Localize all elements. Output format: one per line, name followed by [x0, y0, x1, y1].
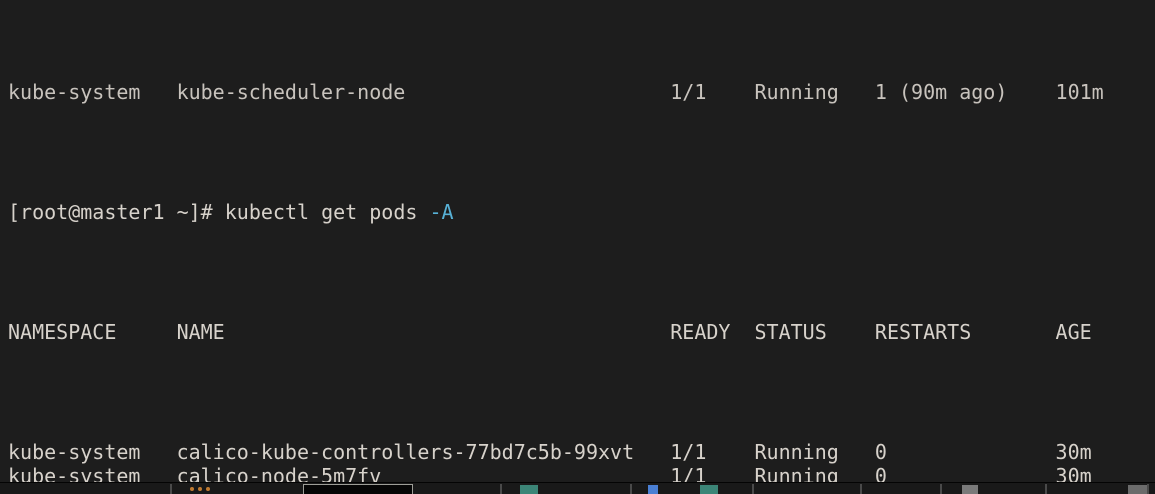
shell-prompt: [root@master1 ~]#: [8, 200, 225, 224]
taskbar-active-window[interactable]: [303, 484, 413, 494]
desktop-screen: kube-system kube-scheduler-node 1/1 Runn…: [0, 0, 1155, 494]
pod-restarts: 0: [875, 440, 1056, 464]
pod-name: kube-scheduler-node: [177, 80, 671, 104]
pods-table-body: kube-system calico-kube-controllers-77bd…: [8, 440, 1155, 483]
taskbar-divider: [500, 484, 502, 494]
header-namespace: NAMESPACE: [8, 320, 177, 344]
terminal-scrollback-partial-row: kube-system kube-scheduler-node 1/1 Runn…: [8, 80, 1155, 104]
taskbar-divider: [752, 484, 754, 494]
header-restarts: RESTARTS: [875, 320, 1056, 344]
pod-ready: 1/1: [670, 440, 754, 464]
taskbar-swatch[interactable]: [1128, 485, 1148, 494]
pod-ready: 1/1: [670, 80, 754, 104]
terminal-window[interactable]: kube-system kube-scheduler-node 1/1 Runn…: [0, 0, 1155, 483]
pod-status: Running: [755, 464, 875, 483]
taskbar-swatch[interactable]: [962, 485, 978, 494]
table-row: kube-system calico-node-5m7fv 1/1 Runnin…: [8, 464, 1155, 483]
pod-ready: 1/1: [670, 464, 754, 483]
header-status: STATUS: [755, 320, 875, 344]
pod-name: calico-node-5m7fv: [177, 464, 671, 483]
pod-restarts: 0: [875, 464, 1056, 483]
taskbar-dots[interactable]: [190, 485, 214, 494]
header-ready: READY: [670, 320, 754, 344]
taskbar[interactable]: [0, 482, 1155, 494]
pod-age: 30m: [1056, 440, 1155, 464]
table-row: kube-system calico-kube-controllers-77bd…: [8, 440, 1155, 464]
command-flag: -A: [429, 200, 453, 224]
taskbar-divider: [630, 484, 632, 494]
taskbar-divider: [860, 484, 862, 494]
taskbar-divider: [1147, 484, 1149, 494]
taskbar-swatch[interactable]: [700, 485, 718, 494]
pod-status: Running: [755, 440, 875, 464]
taskbar-divider: [940, 484, 942, 494]
taskbar-swatch[interactable]: [648, 485, 658, 494]
header-name: NAME: [177, 320, 671, 344]
header-age: AGE: [1056, 320, 1155, 344]
terminal-command-line: [root@master1 ~]# kubectl get pods -A: [8, 200, 1155, 224]
pod-status: Running: [755, 80, 875, 104]
pods-table-header: NAMESPACE NAME READY STATUS RESTARTS AGE: [8, 320, 1155, 344]
taskbar-divider: [1045, 484, 1047, 494]
taskbar-divider: [170, 484, 172, 494]
command-text: kubectl get pods: [225, 200, 430, 224]
pod-name: calico-kube-controllers-77bd7c5b-99xvt: [177, 440, 671, 464]
pod-restarts: 1 (90m ago): [875, 80, 1056, 104]
pod-namespace: kube-system: [8, 464, 177, 483]
pod-age: 101m: [1056, 80, 1155, 104]
pod-namespace: kube-system: [8, 80, 177, 104]
pod-namespace: kube-system: [8, 440, 177, 464]
pod-age: 30m: [1056, 464, 1155, 483]
taskbar-swatch[interactable]: [520, 485, 538, 494]
